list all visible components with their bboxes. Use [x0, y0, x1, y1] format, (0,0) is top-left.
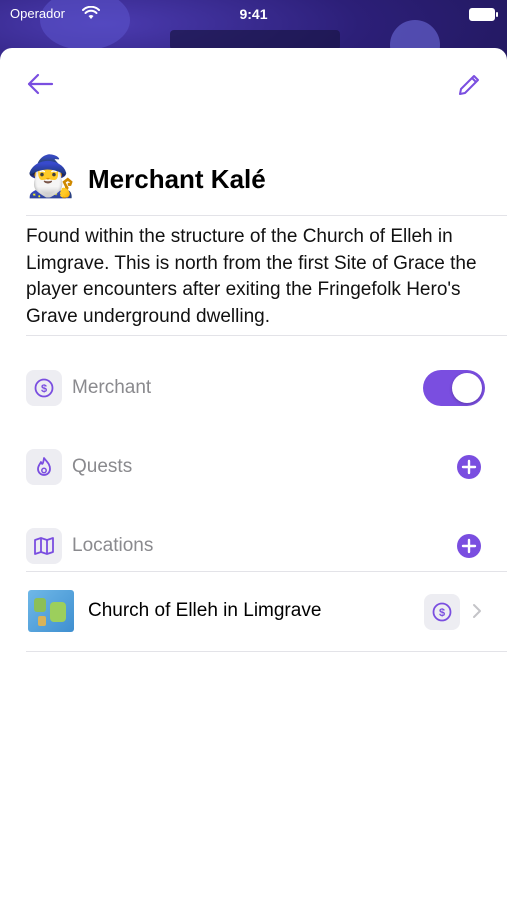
quests-row: Quests [26, 447, 486, 487]
merchant-toggle[interactable] [423, 370, 485, 406]
location-name: Church of Elleh in Limgrave [88, 600, 322, 621]
divider [26, 215, 507, 216]
divider [26, 571, 507, 572]
character-avatar: 🧙‍♂️ [26, 155, 76, 199]
map-icon [26, 528, 62, 564]
location-list-item[interactable]: Church of Elleh in Limgrave $ [26, 588, 486, 636]
character-name: Merchant Kalé [88, 164, 266, 194]
merchant-row: $ Merchant [26, 368, 486, 408]
svg-text:$: $ [41, 383, 47, 395]
arrow-left-icon [27, 73, 54, 95]
edit-button[interactable] [456, 72, 482, 98]
plus-icon [461, 538, 477, 554]
plus-icon [461, 459, 477, 475]
back-button[interactable] [26, 72, 54, 96]
divider [26, 335, 507, 336]
toggle-knob [452, 373, 482, 403]
dollar-circle-icon: $ [424, 594, 460, 630]
character-header: 🧙‍♂️ Merchant Kalé [26, 152, 486, 208]
locations-row: Locations [26, 526, 486, 566]
pencil-icon [459, 75, 479, 95]
chevron-right-icon [473, 604, 481, 618]
world-map-icon [28, 590, 74, 632]
status-time: 9:41 [239, 6, 268, 22]
battery-icon [469, 8, 498, 21]
quests-label: Quests [72, 456, 133, 477]
add-location-button[interactable] [457, 534, 481, 558]
add-quest-button[interactable] [457, 455, 481, 479]
status-bar: Operador 9:41 [0, 0, 507, 28]
svg-text:$: $ [439, 607, 445, 619]
locations-label: Locations [72, 535, 154, 556]
merchant-label: Merchant [72, 377, 152, 398]
flame-icon [26, 449, 62, 485]
character-description: Found within the structure of the Church… [26, 226, 477, 327]
divider [26, 651, 507, 652]
dollar-circle-icon: $ [26, 370, 62, 406]
